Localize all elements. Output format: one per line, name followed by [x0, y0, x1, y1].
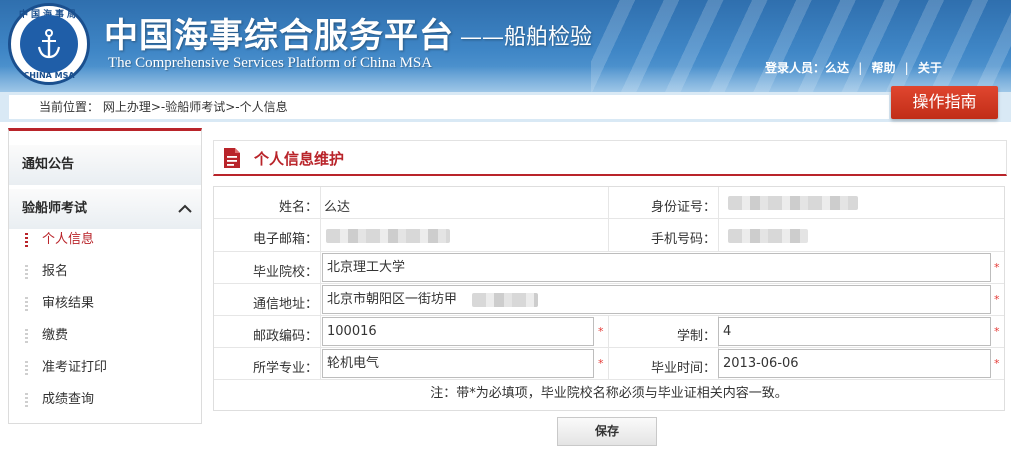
site-title-cn: 中国海事综合服务平台 — [104, 16, 454, 56]
form-row: 邮政编码： 100016 * 学制： 4 * — [214, 316, 1004, 348]
item-bullet — [25, 297, 28, 311]
sidebar-section-exam[interactable]: 验船师考试 — [9, 189, 201, 229]
logo-text-bottom: CHINA MSA — [23, 71, 75, 80]
anchor-icon — [37, 29, 61, 59]
duration-label: 学制： — [676, 329, 716, 344]
help-link[interactable]: 帮助 — [871, 61, 895, 75]
phone-label: 手机号码： — [650, 232, 716, 247]
divider — [320, 348, 321, 380]
divider — [718, 187, 719, 219]
panel-header: 个人信息维护 — [213, 140, 1007, 176]
required-mark: * — [994, 261, 1000, 274]
site-header: 中国海事局 CHINA MSA 中国海事综合服务平台 ——船舶检验 The Co… — [0, 0, 1011, 92]
graduation-date-label: 毕业时间： — [650, 361, 716, 376]
sidebar-item-register[interactable]: 报名 — [9, 257, 201, 287]
zip-label: 邮政编码： — [252, 329, 318, 344]
login-user-label: 登录人员：么达 — [765, 61, 850, 75]
address-redacted — [472, 293, 538, 307]
form-note: 注：带*为必填项，毕业院校名称必须与毕业证相关内容一致。 — [430, 386, 788, 401]
name-label: 姓名： — [278, 200, 318, 215]
school-label: 毕业院校： — [252, 265, 318, 280]
chevron-up-icon[interactable] — [177, 201, 193, 217]
sidebar-item-label: 缴费 — [42, 328, 69, 343]
form-row: 姓名： 么达 身份证号： — [214, 187, 1004, 219]
form-row: 电子邮箱： 手机号码： — [214, 219, 1004, 252]
divider — [320, 284, 321, 316]
separator: | — [904, 61, 909, 75]
item-bullet — [25, 265, 28, 279]
required-mark: * — [994, 293, 1000, 306]
personal-info-form: 姓名： 么达 身份证号： 电子邮箱： 手机号码： 毕业院校： 北京理工大学 * … — [213, 186, 1005, 411]
breadcrumb: 当前位置： 网上办理>-验船师考试>-个人信息 — [9, 95, 889, 119]
site-title-en: The Comprehensive Services Platform of C… — [108, 55, 433, 71]
sidebar-item-label: 成绩查询 — [42, 392, 95, 407]
address-value: 北京市朝阳区一街坊甲 — [327, 292, 458, 307]
graduation-date-input[interactable]: 2013-06-06 — [718, 349, 991, 378]
document-icon — [224, 148, 240, 168]
address-input[interactable]: 北京市朝阳区一街坊甲 — [322, 285, 991, 314]
sidebar-item-label: 准考证打印 — [42, 360, 108, 375]
divider — [320, 252, 321, 284]
school-input[interactable]: 北京理工大学 — [322, 253, 991, 282]
divider — [320, 316, 321, 348]
item-bullet — [25, 361, 28, 375]
sidebar-section-notices[interactable]: 通知公告 — [9, 145, 201, 185]
required-mark: * — [994, 325, 1000, 338]
save-button[interactable]: 保存 — [557, 417, 657, 446]
item-bullet — [25, 329, 28, 343]
form-row: 所学专业： 轮机电气 * 毕业时间： 2013-06-06 * — [214, 348, 1004, 380]
required-mark: * — [598, 325, 604, 338]
sidebar-item-label: 报名 — [42, 264, 69, 279]
form-row: 毕业院校： 北京理工大学 * — [214, 252, 1004, 284]
email-redacted — [326, 229, 450, 243]
user-bar: 登录人员：么达 | 帮助 | 关于 — [765, 59, 942, 76]
sidebar-item-review-result[interactable]: 审核结果 — [9, 289, 201, 319]
sidebar-item-payment[interactable]: 缴费 — [9, 321, 201, 351]
sidebar: 通知公告 验船师考试 个人信息 报名 审核结果 缴费 准考证打印 成绩查询 — [8, 128, 202, 424]
major-label: 所学专业： — [252, 361, 318, 376]
separator: | — [858, 61, 863, 75]
item-bullet — [25, 393, 28, 407]
email-label: 电子邮箱： — [252, 232, 318, 247]
required-mark: * — [994, 357, 1000, 370]
id-number-label: 身份证号： — [650, 200, 716, 215]
major-input[interactable]: 轮机电气 — [322, 349, 594, 378]
panel-title: 个人信息维护 — [254, 150, 345, 168]
divider — [320, 219, 321, 252]
name-value: 么达 — [324, 200, 351, 215]
sidebar-item-label: 审核结果 — [42, 296, 95, 311]
zip-input[interactable]: 100016 — [322, 317, 594, 346]
required-mark: * — [598, 357, 604, 370]
operation-guide-button[interactable]: 操作指南 — [891, 86, 998, 119]
duration-input[interactable]: 4 — [718, 317, 991, 346]
sidebar-item-score-query[interactable]: 成绩查询 — [9, 385, 201, 415]
sidebar-item-label: 个人信息 — [42, 232, 95, 247]
divider — [718, 219, 719, 252]
id-number-redacted — [728, 196, 858, 210]
sidebar-item-admission-ticket[interactable]: 准考证打印 — [9, 353, 201, 383]
sidebar-section-label: 通知公告 — [22, 157, 75, 172]
site-title-sub: ——船舶检验 — [460, 25, 593, 50]
item-bullet — [25, 233, 28, 247]
sidebar-item-personal-info[interactable]: 个人信息 — [9, 225, 201, 255]
about-link[interactable]: 关于 — [918, 61, 942, 75]
divider — [320, 187, 321, 219]
logo-emblem — [20, 15, 78, 73]
china-msa-logo: 中国海事局 CHINA MSA — [8, 3, 90, 85]
phone-redacted — [728, 229, 808, 243]
form-row: 通信地址： 北京市朝阳区一街坊甲 * — [214, 284, 1004, 316]
address-label: 通信地址： — [252, 297, 318, 312]
sidebar-section-label: 验船师考试 — [22, 201, 88, 216]
